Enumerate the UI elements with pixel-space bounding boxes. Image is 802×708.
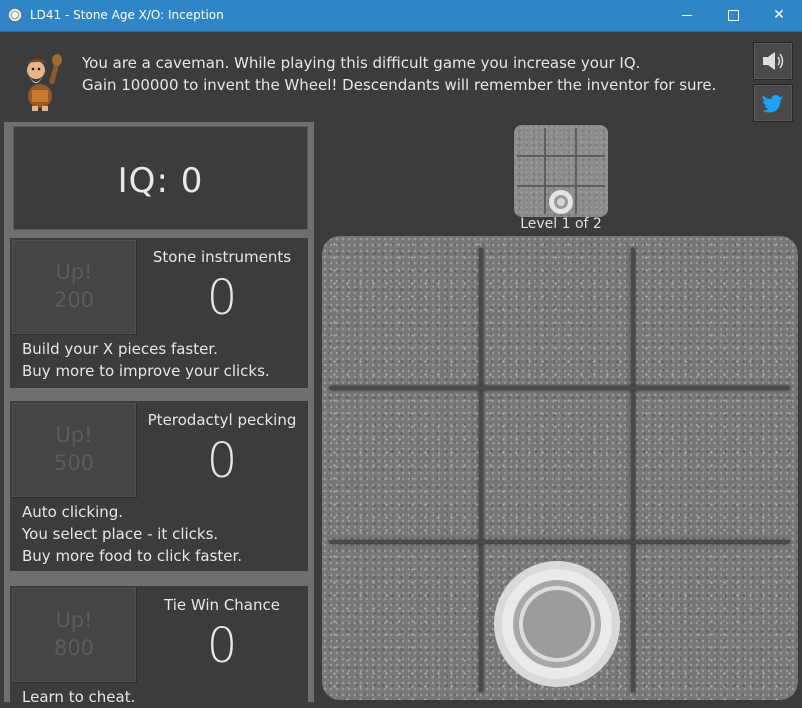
caveman-icon (25, 54, 62, 111)
intro-line-2: Gain 100000 to invent the Wheel! Descend… (82, 76, 717, 94)
mini-grid-line (544, 128, 546, 214)
sound-button[interactable] (753, 42, 793, 80)
desc-line: Build your X pieces faster. (22, 340, 218, 358)
upgrade-description: Build your X pieces faster. Buy more to … (22, 338, 270, 382)
board-cell[interactable] (330, 545, 478, 693)
up-cost: 200 (53, 288, 95, 312)
grid-line (330, 386, 790, 390)
o-piece-icon (494, 561, 620, 687)
mini-grid-line (517, 155, 605, 157)
board-cell[interactable] (636, 545, 788, 693)
board-cell[interactable] (636, 244, 788, 385)
up-label: Up! (55, 260, 93, 284)
board-cell-o[interactable] (484, 545, 630, 693)
desc-line: Buy more food to click faster. (22, 547, 243, 565)
desc-line: Learn to cheat. (22, 688, 136, 706)
board-area: Level 1 of 2 (318, 122, 802, 702)
iq-box: IQ: 0 (13, 126, 308, 230)
mini-board[interactable] (514, 125, 608, 217)
close-button[interactable]: ✕ (756, 0, 802, 31)
desc-line: You select place - it clicks. (22, 525, 219, 543)
app-icon (8, 8, 22, 22)
upgrade-pterodactyl-pecking: Up! 500 Pterodactyl pecking 0 Auto click… (10, 401, 308, 571)
upgrade-count: 0 (206, 433, 238, 489)
minimize-button[interactable] (664, 0, 710, 31)
game-board (322, 236, 798, 700)
header: You are a caveman. While playing this di… (0, 32, 802, 120)
upgrade-tie-win-chance-button[interactable]: Up! 800 (12, 588, 137, 683)
up-label: Up! (55, 423, 93, 447)
level-indicator: Level 1 of 2 (520, 216, 602, 232)
grid-line (631, 248, 635, 692)
grid-line (330, 540, 790, 544)
title-bar: LD41 - Stone Age X/O: Inception ✕ (0, 0, 802, 32)
up-label: Up! (55, 608, 93, 632)
mini-grid-line (517, 185, 605, 187)
left-panel: IQ: 0 Up! 200 Stone instruments 0 Build … (4, 122, 314, 706)
twitter-button[interactable] (753, 84, 793, 122)
upgrade-description: Learn to cheat. (22, 686, 135, 708)
twitter-icon (762, 95, 783, 113)
iq-counter: IQ: 0 (117, 161, 204, 201)
speaker-icon (763, 52, 784, 70)
desc-line: Auto clicking. (22, 503, 124, 521)
board-cell[interactable] (636, 391, 788, 539)
board-cell[interactable] (330, 244, 478, 385)
upgrade-stone-instruments-button[interactable]: Up! 200 (12, 240, 137, 335)
upgrade-tie-win-chance: Up! 800 Tie Win Chance 0 Learn to cheat. (10, 586, 308, 706)
mini-o-piece-icon (549, 190, 573, 214)
up-cost: 500 (53, 451, 95, 475)
mini-grid-line (575, 128, 577, 214)
minimize-icon (682, 14, 692, 16)
maximize-button[interactable] (710, 0, 756, 31)
up-cost: 800 (53, 636, 95, 660)
intro-line-1: You are a caveman. While playing this di… (82, 54, 641, 72)
board-cell[interactable] (484, 391, 630, 539)
maximize-icon (727, 9, 739, 21)
upgrade-count: 0 (206, 618, 238, 674)
intro-text: You are a caveman. While playing this di… (82, 52, 716, 96)
board-cell[interactable] (484, 244, 630, 385)
upgrade-name: Pterodactyl pecking (147, 411, 297, 429)
window-title: LD41 - Stone Age X/O: Inception (30, 8, 224, 22)
upgrade-name: Stone instruments (152, 248, 292, 266)
upgrade-name: Tie Win Chance (164, 596, 280, 614)
upgrade-pterodactyl-pecking-button[interactable]: Up! 500 (12, 403, 137, 498)
grid-line (479, 248, 483, 692)
close-icon: ✕ (773, 7, 785, 23)
board-cell[interactable] (330, 391, 478, 539)
upgrade-stone-instruments: Up! 200 Stone instruments 0 Build your X… (10, 238, 308, 388)
upgrade-description: Auto clicking. You select place - it cli… (22, 501, 242, 567)
desc-line: Buy more to improve your clicks. (22, 362, 270, 380)
upgrade-count: 0 (206, 270, 238, 326)
